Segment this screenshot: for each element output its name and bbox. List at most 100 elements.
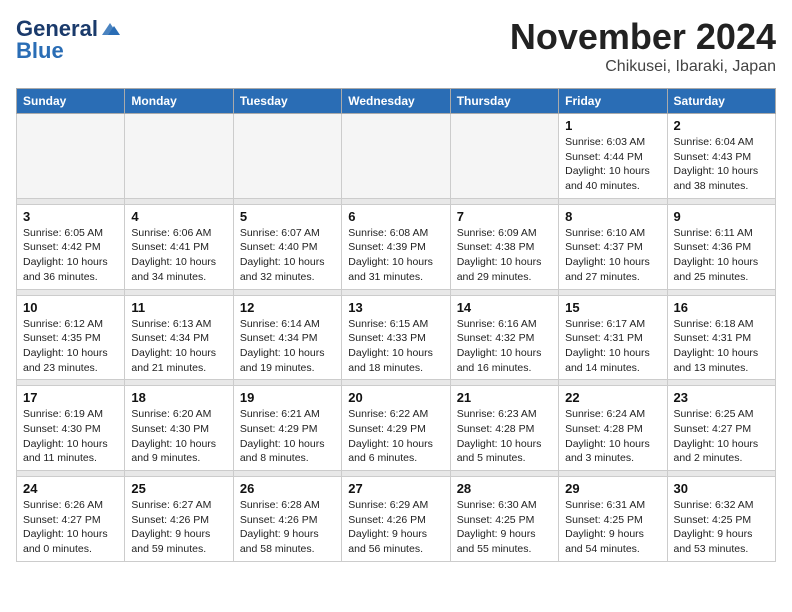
day-info: Sunrise: 6:23 AM Sunset: 4:28 PM Dayligh… [457,407,552,466]
weekday-header: Thursday [450,89,558,114]
day-info: Sunrise: 6:22 AM Sunset: 4:29 PM Dayligh… [348,407,443,466]
day-info: Sunrise: 6:24 AM Sunset: 4:28 PM Dayligh… [565,407,660,466]
calendar-cell: 7 Sunrise: 6:09 AM Sunset: 4:38 PM Daylig… [450,204,558,289]
calendar-cell: 9Sunrise: 6:11 AM Sunset: 4:36 PM Daylig… [667,204,775,289]
calendar-cell: 11Sunrise: 6:13 AM Sunset: 4:34 PM Dayli… [125,295,233,380]
day-info: Sunrise: 6:11 AM Sunset: 4:36 PM Dayligh… [674,226,769,285]
calendar-cell: 2 Sunrise: 6:04 AM Sunset: 4:43 PM Daylig… [667,114,775,199]
day-info: Sunrise: 6:32 AM Sunset: 4:25 PM Dayligh… [674,498,769,557]
day-number: 19 [240,390,335,405]
day-info: Sunrise: 6:29 AM Sunset: 4:26 PM Dayligh… [348,498,443,557]
day-info: Sunrise: 6:04 AM Sunset: 4:43 PM Dayligh… [674,135,769,194]
calendar-cell [342,114,450,199]
day-number: 5 [240,209,335,224]
calendar-cell [233,114,341,199]
day-info: Sunrise: 6:12 AM Sunset: 4:35 PM Dayligh… [23,317,118,376]
calendar-cell: 6Sunrise: 6:08 AM Sunset: 4:39 PM Daylig… [342,204,450,289]
day-info: Sunrise: 6:09 AM Sunset: 4:38 PM Dayligh… [457,226,552,285]
calendar-cell: 24 Sunrise: 6:26 AM Sunset: 4:27 PM Dayli… [17,477,125,562]
calendar-cell: 15 Sunrise: 6:17 AM Sunset: 4:31 PM Dayli… [559,295,667,380]
location: Chikusei, Ibaraki, Japan [510,58,776,76]
calendar-cell: 28 Sunrise: 6:30 AM Sunset: 4:25 PM Dayli… [450,477,558,562]
day-info: Sunrise: 6:25 AM Sunset: 4:27 PM Dayligh… [674,407,769,466]
day-number: 30 [674,481,769,496]
day-info: Sunrise: 6:18 AM Sunset: 4:31 PM Dayligh… [674,317,769,376]
logo: General Blue [16,16,120,64]
weekday-header: Wednesday [342,89,450,114]
calendar-cell: 25 Sunrise: 6:27 AM Sunset: 4:26 PM Dayli… [125,477,233,562]
calendar-cell: 27Sunrise: 6:29 AM Sunset: 4:26 PM Dayli… [342,477,450,562]
calendar-cell: 5 Sunrise: 6:07 AM Sunset: 4:40 PM Daylig… [233,204,341,289]
calendar-cell: 10Sunrise: 6:12 AM Sunset: 4:35 PM Dayli… [17,295,125,380]
day-info: Sunrise: 6:15 AM Sunset: 4:33 PM Dayligh… [348,317,443,376]
day-info: Sunrise: 6:19 AM Sunset: 4:30 PM Dayligh… [23,407,118,466]
day-info: Sunrise: 6:06 AM Sunset: 4:41 PM Dayligh… [131,226,226,285]
day-info: Sunrise: 6:17 AM Sunset: 4:31 PM Dayligh… [565,317,660,376]
day-number: 15 [565,300,660,315]
day-number: 22 [565,390,660,405]
day-number: 14 [457,300,552,315]
month-title: November 2024 [510,16,776,58]
day-number: 24 [23,481,118,496]
day-info: Sunrise: 6:05 AM Sunset: 4:42 PM Dayligh… [23,226,118,285]
logo-blue-text: Blue [16,38,64,64]
day-number: 1 [565,118,660,133]
calendar-table: SundayMondayTuesdayWednesdayThursdayFrid… [16,88,776,562]
calendar-week-row: 1 Sunrise: 6:03 AM Sunset: 4:44 PM Daylig… [17,114,776,199]
calendar-cell: 22 Sunrise: 6:24 AM Sunset: 4:28 PM Dayli… [559,386,667,471]
calendar-cell [17,114,125,199]
day-number: 13 [348,300,443,315]
calendar-cell [450,114,558,199]
day-number: 17 [23,390,118,405]
day-number: 21 [457,390,552,405]
day-info: Sunrise: 6:28 AM Sunset: 4:26 PM Dayligh… [240,498,335,557]
weekday-header: Friday [559,89,667,114]
calendar-cell: 20 Sunrise: 6:22 AM Sunset: 4:29 PM Dayli… [342,386,450,471]
calendar-week-row: 10Sunrise: 6:12 AM Sunset: 4:35 PM Dayli… [17,295,776,380]
day-number: 7 [457,209,552,224]
day-info: Sunrise: 6:03 AM Sunset: 4:44 PM Dayligh… [565,135,660,194]
calendar-cell: 13 Sunrise: 6:15 AM Sunset: 4:33 PM Dayli… [342,295,450,380]
day-number: 20 [348,390,443,405]
day-number: 4 [131,209,226,224]
page-header: General Blue November 2024 Chikusei, Iba… [16,16,776,76]
day-info: Sunrise: 6:31 AM Sunset: 4:25 PM Dayligh… [565,498,660,557]
day-number: 26 [240,481,335,496]
calendar-cell: 19 Sunrise: 6:21 AM Sunset: 4:29 PM Dayli… [233,386,341,471]
title-block: November 2024 Chikusei, Ibaraki, Japan [510,16,776,76]
day-info: Sunrise: 6:13 AM Sunset: 4:34 PM Dayligh… [131,317,226,376]
calendar-week-row: 24 Sunrise: 6:26 AM Sunset: 4:27 PM Dayli… [17,477,776,562]
day-info: Sunrise: 6:21 AM Sunset: 4:29 PM Dayligh… [240,407,335,466]
calendar-cell: 23Sunrise: 6:25 AM Sunset: 4:27 PM Dayli… [667,386,775,471]
day-number: 18 [131,390,226,405]
calendar-week-row: 17 Sunrise: 6:19 AM Sunset: 4:30 PM Dayli… [17,386,776,471]
calendar-cell: 21 Sunrise: 6:23 AM Sunset: 4:28 PM Dayli… [450,386,558,471]
day-info: Sunrise: 6:26 AM Sunset: 4:27 PM Dayligh… [23,498,118,557]
day-info: Sunrise: 6:27 AM Sunset: 4:26 PM Dayligh… [131,498,226,557]
day-info: Sunrise: 6:30 AM Sunset: 4:25 PM Dayligh… [457,498,552,557]
calendar-cell: 18Sunrise: 6:20 AM Sunset: 4:30 PM Dayli… [125,386,233,471]
day-number: 28 [457,481,552,496]
day-info: Sunrise: 6:14 AM Sunset: 4:34 PM Dayligh… [240,317,335,376]
day-number: 29 [565,481,660,496]
day-number: 8 [565,209,660,224]
day-number: 25 [131,481,226,496]
calendar-cell: 1 Sunrise: 6:03 AM Sunset: 4:44 PM Daylig… [559,114,667,199]
day-number: 2 [674,118,769,133]
logo-icon [100,21,120,37]
calendar-cell: 30 Sunrise: 6:32 AM Sunset: 4:25 PM Dayli… [667,477,775,562]
calendar-cell: 12 Sunrise: 6:14 AM Sunset: 4:34 PM Dayli… [233,295,341,380]
calendar-cell: 16 Sunrise: 6:18 AM Sunset: 4:31 PM Dayli… [667,295,775,380]
day-info: Sunrise: 6:07 AM Sunset: 4:40 PM Dayligh… [240,226,335,285]
day-number: 3 [23,209,118,224]
weekday-header: Sunday [17,89,125,114]
calendar-week-row: 3 Sunrise: 6:05 AM Sunset: 4:42 PM Daylig… [17,204,776,289]
calendar-cell: 14 Sunrise: 6:16 AM Sunset: 4:32 PM Dayli… [450,295,558,380]
calendar-header-row: SundayMondayTuesdayWednesdayThursdayFrid… [17,89,776,114]
day-number: 16 [674,300,769,315]
day-number: 6 [348,209,443,224]
weekday-header: Monday [125,89,233,114]
day-info: Sunrise: 6:16 AM Sunset: 4:32 PM Dayligh… [457,317,552,376]
calendar-cell: 29 Sunrise: 6:31 AM Sunset: 4:25 PM Dayli… [559,477,667,562]
day-number: 12 [240,300,335,315]
